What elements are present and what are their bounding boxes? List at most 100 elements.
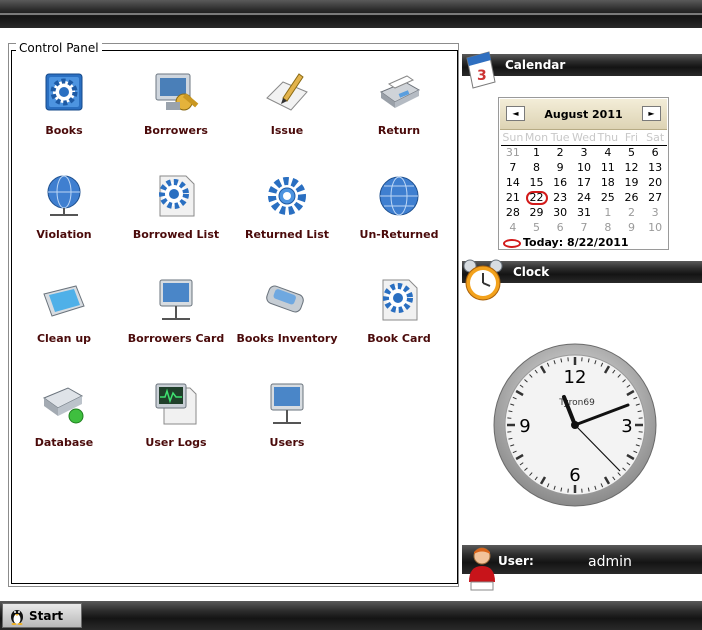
- calendar-day[interactable]: 6: [548, 220, 572, 235]
- calendar-day[interactable]: 7: [501, 160, 525, 175]
- book-card-button[interactable]: Book Card: [344, 276, 454, 372]
- calendar-day[interactable]: 6: [643, 145, 667, 160]
- calendar-day-number: 20: [648, 176, 663, 189]
- calendar-day-number: 4: [509, 221, 517, 234]
- next-month-button[interactable]: ►: [642, 106, 661, 121]
- calendar-day[interactable]: 1: [596, 205, 620, 220]
- issue-button[interactable]: Issue: [232, 68, 342, 164]
- calendar-day[interactable]: 19: [620, 175, 644, 190]
- globe-icon: [379, 176, 419, 216]
- calendar-day-number: 5: [533, 221, 540, 234]
- books-button[interactable]: Books: [9, 68, 119, 164]
- gear-book-icon: [45, 73, 83, 111]
- calendar-day[interactable]: 13: [643, 160, 667, 175]
- borrowers-card-label: Borrowers Card: [127, 332, 225, 345]
- borrowers-button[interactable]: Borrowers: [121, 68, 231, 164]
- calendar-day-number: 4: [604, 146, 612, 160]
- calendar-day-number: 12: [624, 161, 639, 174]
- calendar-day[interactable]: 26: [620, 190, 644, 205]
- calendar-day[interactable]: 11: [596, 160, 620, 175]
- calendar-day-number: 1: [604, 206, 612, 219]
- calendar-day[interactable]: 3: [643, 205, 667, 220]
- calendar-day[interactable]: 10: [643, 220, 667, 235]
- calendar-day-number: 21: [505, 191, 520, 204]
- calendar-day-number: 2: [556, 146, 564, 160]
- calendar-day[interactable]: 21: [501, 190, 525, 205]
- calendar-day[interactable]: 14: [501, 175, 525, 190]
- calendar-day[interactable]: 2: [548, 145, 572, 160]
- calendar-day[interactable]: 12: [620, 160, 644, 175]
- calendar-day[interactable]: 9: [620, 220, 644, 235]
- calendar-day[interactable]: 17: [572, 175, 596, 190]
- calendar-day-number: 3: [580, 146, 588, 160]
- today-link[interactable]: Today: 8/22/2011: [503, 236, 629, 249]
- calendar-day[interactable]: 10: [572, 160, 596, 175]
- calendar-day-number: 18: [600, 176, 615, 189]
- tux-icon: [11, 610, 23, 625]
- calendar-day[interactable]: 31: [572, 205, 596, 220]
- calendar-day[interactable]: 5: [620, 145, 644, 160]
- calendar-day[interactable]: 18: [596, 175, 620, 190]
- calendar-day-number: 11: [600, 161, 615, 174]
- calendar-day[interactable]: 3: [572, 145, 596, 160]
- returned-list-button[interactable]: Returned List: [232, 172, 342, 268]
- calendar-day[interactable]: 4: [596, 145, 620, 160]
- user-logs-button[interactable]: User Logs: [121, 380, 231, 476]
- clean-up-button[interactable]: Clean up: [9, 276, 119, 372]
- calendar-day[interactable]: 4: [501, 220, 525, 235]
- calendar-day[interactable]: 9: [548, 160, 572, 175]
- database-label: Database: [34, 436, 94, 449]
- books-label: Books: [45, 124, 83, 137]
- calendar-day[interactable]: 24: [572, 190, 596, 205]
- calendar-day[interactable]: 20: [643, 175, 667, 190]
- calendar-day[interactable]: 5: [525, 220, 549, 235]
- alarm-clock-icon: [463, 259, 503, 301]
- user-label: User:: [498, 554, 534, 568]
- calendar-day-number: 6: [556, 221, 564, 234]
- weekday-header: Wed: [572, 131, 596, 146]
- books-inventory-label: Books Inventory: [236, 332, 338, 345]
- calendar-day[interactable]: 7: [572, 220, 596, 235]
- calendar-day[interactable]: 8: [596, 220, 620, 235]
- calendar-day[interactable]: 16: [548, 175, 572, 190]
- calendar-grid: Sun Mon Tue Wed Thu Fri Sat 31 1 2 3 4 5 6 7 8 9 10 11 12 1…: [501, 131, 667, 235]
- calendar-day[interactable]: 23: [548, 190, 572, 205]
- calendar-day[interactable]: 8: [525, 160, 549, 175]
- weekday-row: Sun Mon Tue Wed Thu Fri Sat: [501, 131, 667, 146]
- borrowed-list-button[interactable]: Borrowed List: [121, 172, 231, 268]
- analog-clock: 12 3 6 9 Tyron69: [493, 343, 657, 507]
- calendar-title-bar: ◄ August 2011 ►: [500, 99, 667, 130]
- start-button[interactable]: Start: [2, 603, 82, 628]
- calendar-day[interactable]: 27: [643, 190, 667, 205]
- un-returned-button[interactable]: Un-Returned: [344, 172, 454, 268]
- clock-number-6: 6: [569, 465, 580, 486]
- violation-button[interactable]: Violation: [9, 172, 119, 268]
- calendar-day-number: 30: [553, 206, 568, 219]
- calendar-day[interactable]: 28: [501, 205, 525, 220]
- calendar-day-number: 22: [525, 190, 548, 205]
- return-printer-icon: [379, 75, 421, 108]
- database-button[interactable]: Database: [9, 380, 119, 476]
- calendar-day[interactable]: 31: [501, 145, 525, 160]
- calendar-day[interactable]: 30: [548, 205, 572, 220]
- calendar-day[interactable]: 15: [525, 175, 549, 190]
- calendar-day[interactable]: 2: [620, 205, 644, 220]
- weekday-header: Sun: [501, 131, 525, 146]
- taskbar: [0, 601, 702, 630]
- calendar-day[interactable]: 22: [525, 190, 549, 205]
- users-button[interactable]: Users: [232, 380, 342, 476]
- calendar-day-number: 17: [576, 176, 591, 189]
- calendar-day[interactable]: 29: [525, 205, 549, 220]
- borrowers-card-button[interactable]: Borrowers Card: [121, 276, 231, 372]
- calendar-week-row: 28 29 30 31 1 2 3: [501, 205, 667, 220]
- svg-text:3: 3: [477, 68, 487, 84]
- calendar-header-title: Calendar: [505, 58, 566, 72]
- return-button[interactable]: Return: [344, 68, 454, 164]
- calendar-week-row: 14 15 16 17 18 19 20: [501, 175, 667, 190]
- calendar-day[interactable]: 1: [525, 145, 549, 160]
- monitor-logs-icon: [155, 383, 197, 425]
- calendar-day[interactable]: 25: [596, 190, 620, 205]
- calendar-day-number: 7: [509, 161, 517, 174]
- calendar-day-number: 24: [576, 191, 591, 204]
- books-inventory-button[interactable]: Books Inventory: [232, 276, 342, 372]
